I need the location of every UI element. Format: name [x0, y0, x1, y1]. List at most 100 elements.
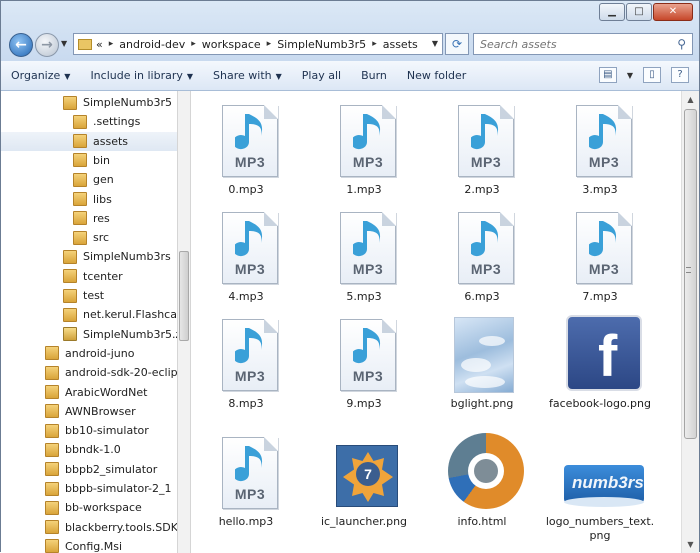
organize-menu[interactable]: Organize ▼	[1, 69, 80, 82]
tree-item[interactable]: SimpleNumb3r5	[1, 93, 177, 112]
file-item[interactable]: 7 ic_launcher.png	[309, 431, 419, 541]
breadcrumb-overflow-icon[interactable]: «	[96, 38, 103, 51]
navigation-pane-scrollbar[interactable]	[177, 91, 191, 553]
file-item[interactable]: MP3 9.mp3	[309, 313, 419, 423]
address-dropdown-icon[interactable]: ▼	[432, 39, 438, 48]
view-options-dropdown-icon[interactable]: ▼	[627, 71, 633, 80]
maximize-button[interactable]: □	[626, 3, 652, 21]
folder-icon	[45, 346, 59, 361]
tree-item[interactable]: .settings	[1, 112, 177, 131]
refresh-button[interactable]: ⟳	[445, 33, 469, 55]
new-folder-button[interactable]: New folder	[397, 69, 476, 82]
tree-item[interactable]: SimpleNumb3rs	[1, 247, 177, 266]
file-item[interactable]: MP3 2.mp3	[427, 99, 537, 209]
organize-label: Organize	[11, 69, 61, 82]
launcher-number: 7	[356, 462, 380, 486]
back-button[interactable]: ←	[9, 33, 33, 57]
tree-item[interactable]: tcenter	[1, 267, 177, 286]
file-item[interactable]: numb3rs logo_numbers_text.png	[545, 431, 655, 542]
tree-item[interactable]: bbpb-simulator-2_1	[1, 479, 177, 498]
file-name: 8.mp3	[228, 397, 264, 410]
burn-button[interactable]: Burn	[351, 69, 397, 82]
mp3-label: MP3	[352, 261, 384, 277]
file-item[interactable]: MP3 3.mp3	[545, 99, 655, 209]
tree-item[interactable]: bb10-simulator	[1, 421, 177, 440]
file-name: ic_launcher.png	[320, 515, 408, 528]
tree-item[interactable]: SimpleNumb3r5.zip	[1, 325, 177, 344]
folder-icon	[45, 539, 59, 553]
tree-item[interactable]: assets	[1, 131, 177, 151]
folder-icon	[63, 269, 77, 284]
recent-pages-dropdown-icon[interactable]: ▼	[61, 39, 67, 48]
back-arrow-icon: ←	[15, 37, 27, 53]
tree-item[interactable]: net.kerul.Flashcard2	[1, 305, 177, 324]
tree-item[interactable]: android-sdk-20-eclipse	[1, 363, 177, 382]
numbers-logo-icon: numb3rs	[564, 431, 644, 513]
scroll-up-icon[interactable]: ▲	[682, 91, 699, 108]
tree-item[interactable]: blackberry.tools.SDK	[1, 518, 177, 537]
tree-item[interactable]: test	[1, 286, 177, 305]
file-item[interactable]: bglight.png	[427, 313, 537, 423]
breadcrumb-android-dev[interactable]: android-dev	[119, 38, 185, 51]
scroll-down-icon[interactable]: ▼	[682, 536, 699, 553]
tree-item[interactable]: ArabicWordNet	[1, 383, 177, 402]
file-list-scrollbar[interactable]: ▲ ▼	[681, 91, 699, 553]
include-in-library-menu[interactable]: Include in library ▼	[80, 69, 203, 82]
mp3-label: MP3	[234, 154, 266, 170]
breadcrumb-simplenumb3r5[interactable]: SimpleNumb3r5	[277, 38, 366, 51]
minimize-button[interactable]: ▁	[599, 3, 625, 21]
breadcrumb-separator-icon[interactable]: ▸	[109, 39, 114, 49]
address-bar[interactable]: « ▸ android-dev ▸ workspace ▸ SimpleNumb…	[73, 33, 443, 55]
file-item[interactable]: MP3 5.mp3	[309, 206, 419, 316]
tree-item[interactable]: Config.Msi	[1, 537, 177, 553]
tree-item[interactable]: android-juno	[1, 344, 177, 363]
search-input[interactable]	[474, 34, 664, 54]
mp3-file-icon: MP3	[218, 99, 282, 181]
tree-item-label: test	[83, 289, 105, 302]
preview-pane-icon[interactable]: ▯	[643, 67, 661, 83]
tree-item[interactable]: AWNBrowser	[1, 402, 177, 421]
folder-icon	[45, 500, 59, 515]
view-controls: ▤ ▼ ▯ ?	[598, 67, 689, 83]
file-item[interactable]: info.html	[427, 431, 537, 541]
search-box[interactable]: ⚲	[473, 33, 693, 55]
new-folder-label: New folder	[406, 69, 467, 82]
mp3-label: MP3	[234, 368, 266, 384]
change-view-icon[interactable]: ▤	[598, 67, 617, 83]
breadcrumb-separator-icon[interactable]: ▸	[372, 39, 377, 49]
navigation-scrollbar-thumb[interactable]	[179, 251, 189, 341]
file-item[interactable]: MP3 1.mp3	[309, 99, 419, 209]
play-all-button[interactable]: Play all	[292, 69, 351, 82]
mp3-file-icon: MP3	[336, 99, 400, 181]
file-item[interactable]: MP3 hello.mp3	[191, 431, 301, 541]
forward-button[interactable]: →	[35, 33, 59, 57]
search-icon[interactable]: ⚲	[677, 37, 686, 51]
file-item[interactable]: MP3 8.mp3	[191, 313, 301, 423]
file-item[interactable]: MP3 7.mp3	[545, 206, 655, 316]
file-item[interactable]: MP3 4.mp3	[191, 206, 301, 316]
tree-item[interactable]: gen	[1, 170, 177, 189]
tree-item[interactable]: libs	[1, 190, 177, 209]
folder-icon	[45, 462, 59, 477]
file-item[interactable]: MP3 6.mp3	[427, 206, 537, 316]
breadcrumb-separator-icon[interactable]: ▸	[267, 39, 272, 49]
breadcrumb-separator-icon[interactable]: ▸	[191, 39, 196, 49]
file-name: logo_numbers_text.png	[545, 515, 655, 542]
breadcrumb-assets[interactable]: assets	[383, 38, 418, 51]
tree-item[interactable]: src	[1, 228, 177, 247]
close-button[interactable]: ✕	[653, 3, 693, 21]
file-item[interactable]: f facebook-logo.png	[545, 313, 655, 423]
file-name: facebook-logo.png	[549, 397, 651, 410]
tree-item-label: bb-workspace	[65, 501, 142, 515]
mp3-file-icon: MP3	[336, 206, 400, 288]
tree-item[interactable]: bb-workspace	[1, 498, 177, 517]
share-with-menu[interactable]: Share with ▼	[203, 69, 292, 82]
tree-item[interactable]: bin	[1, 151, 177, 170]
breadcrumb-workspace[interactable]: workspace	[202, 38, 261, 51]
file-list-scrollbar-thumb[interactable]	[684, 109, 697, 439]
tree-item[interactable]: res	[1, 209, 177, 228]
help-icon[interactable]: ?	[671, 67, 689, 83]
file-item[interactable]: MP3 0.mp3	[191, 99, 301, 209]
tree-item[interactable]: bbpb2_simulator	[1, 460, 177, 479]
tree-item[interactable]: bbndk-1.0	[1, 440, 177, 459]
